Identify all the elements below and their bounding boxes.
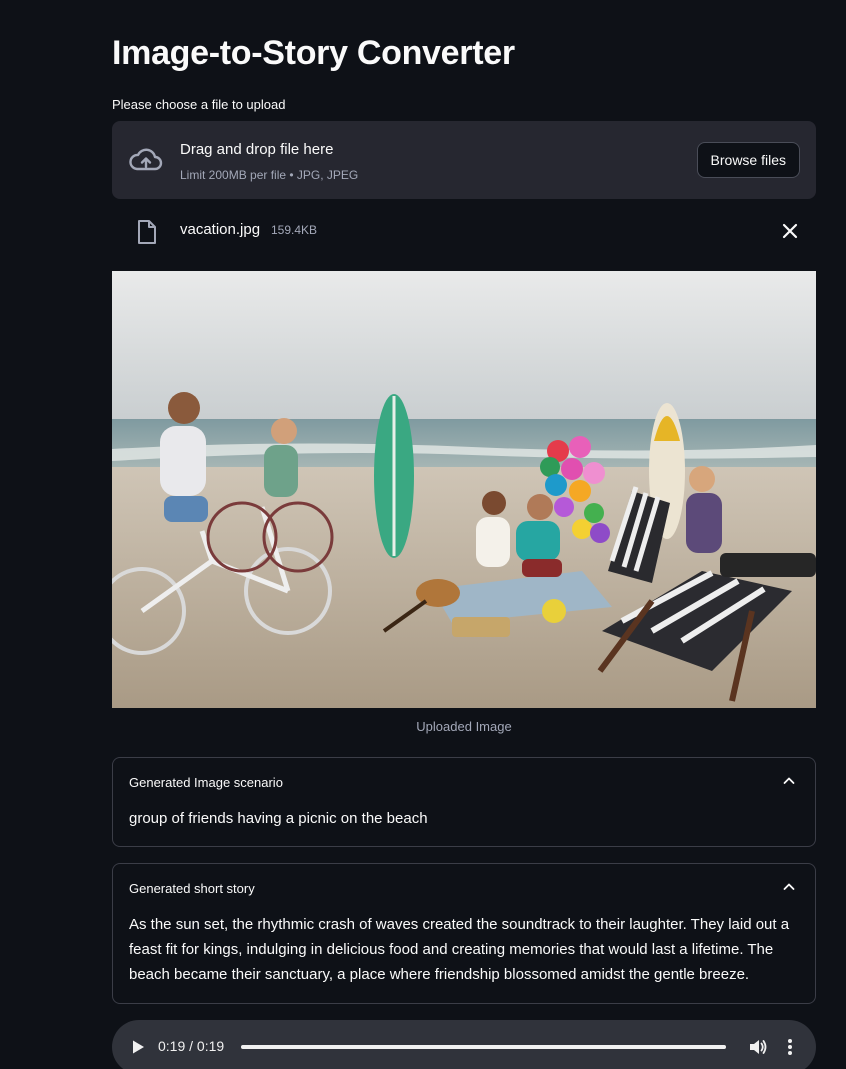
page-title: Image-to-Story Converter	[112, 34, 515, 72]
scenario-expander[interactable]: Generated Image scenario group of friend…	[112, 757, 816, 847]
story-text: As the sun set, the rhythmic crash of wa…	[129, 916, 790, 983]
audio-time: 0:19 / 0:19	[158, 1038, 225, 1054]
uploaded-file-size: 159.4KB	[271, 223, 318, 237]
scenario-text: group of friends having a picnic on the …	[129, 810, 428, 827]
more-options-icon[interactable]	[782, 1037, 798, 1057]
cloud-upload-icon	[129, 148, 163, 171]
story-header: Generated short story	[129, 881, 255, 896]
beach-photo	[112, 271, 816, 708]
scenario-header: Generated Image scenario	[129, 775, 283, 790]
uploaded-file-name: vacation.jpg	[180, 221, 261, 238]
file-dropzone[interactable]: Drag and drop file here Limit 200MB per …	[112, 121, 816, 199]
uploaded-file-row: vacation.jpg 159.4KB	[112, 210, 816, 250]
uploader-label: Please choose a file to upload	[112, 97, 286, 112]
volume-icon[interactable]	[748, 1037, 768, 1057]
audio-progress-fill	[241, 1045, 726, 1049]
audio-player: 0:19 / 0:19	[112, 1020, 816, 1069]
play-icon[interactable]	[130, 1039, 146, 1055]
browse-files-button[interactable]: Browse files	[696, 142, 800, 178]
dropzone-limits: Limit 200MB per file • JPG, JPEG	[180, 168, 359, 182]
close-icon[interactable]	[778, 219, 802, 243]
app-page: Image-to-Story Converter Please choose a…	[0, 0, 846, 1069]
image-caption: Uploaded Image	[416, 719, 512, 734]
dropzone-title: Drag and drop file here	[180, 141, 334, 158]
uploaded-image	[112, 271, 816, 708]
chevron-up-icon[interactable]	[781, 773, 797, 789]
audio-progress-bar[interactable]	[241, 1045, 726, 1049]
chevron-up-icon[interactable]	[781, 879, 797, 895]
story-expander[interactable]: Generated short story As the sun set, th…	[112, 863, 816, 1004]
file-icon	[138, 220, 156, 244]
